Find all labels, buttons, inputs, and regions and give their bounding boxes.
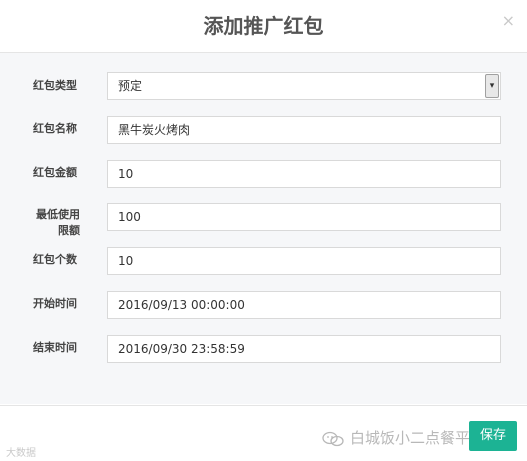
start-time-input[interactable]: 2016/09/13 00:00:00	[107, 291, 501, 319]
save-button[interactable]: 保存	[469, 421, 517, 451]
type-select-value: 预定	[118, 79, 143, 93]
type-label: 红包类型	[33, 79, 77, 92]
amount-input[interactable]: 10	[107, 160, 501, 188]
min-limit-label-line1: 最低使用	[36, 208, 80, 221]
dialog-header: 添加推广红包 ×	[0, 0, 527, 53]
type-select[interactable]: 预定 ▾	[107, 72, 501, 100]
count-input[interactable]: 10	[107, 247, 501, 275]
dialog-title: 添加推广红包	[203, 14, 324, 38]
watermark-text: 白城饭小二点餐平台	[350, 429, 486, 447]
amount-label: 红包金额	[33, 166, 77, 179]
end-time-label: 结束时间	[33, 341, 77, 354]
min-limit-label-line2: 限额	[58, 224, 80, 237]
watermark: 白城饭小二点餐平台	[322, 427, 485, 448]
min-limit-input[interactable]: 100	[107, 203, 501, 231]
name-input[interactable]: 黑牛炭火烤肉	[107, 116, 501, 144]
dialog-footer: 大数据 白城饭小二点餐平台 保存	[0, 405, 527, 461]
count-label: 红包个数	[33, 253, 77, 266]
end-time-input[interactable]: 2016/09/30 23:58:59	[107, 335, 501, 363]
min-limit-label: 最低使用 限额	[33, 207, 80, 239]
dialog-body: 红包类型 预定 ▾ 红包名称 黑牛炭火烤肉 红包金额 10 最低使用 限额 10…	[0, 53, 527, 404]
name-label: 红包名称	[33, 122, 77, 135]
start-time-label: 开始时间	[33, 297, 77, 310]
chevron-down-icon[interactable]: ▾	[485, 74, 499, 98]
wechat-logo-icon	[322, 431, 344, 447]
close-icon[interactable]: ×	[502, 11, 515, 30]
watermark-left-text: 大数据	[6, 448, 36, 459]
add-promo-redpacket-dialog: 添加推广红包 × 红包类型 预定 ▾ 红包名称 黑牛炭火烤肉 红包金额 10 最…	[0, 0, 527, 461]
